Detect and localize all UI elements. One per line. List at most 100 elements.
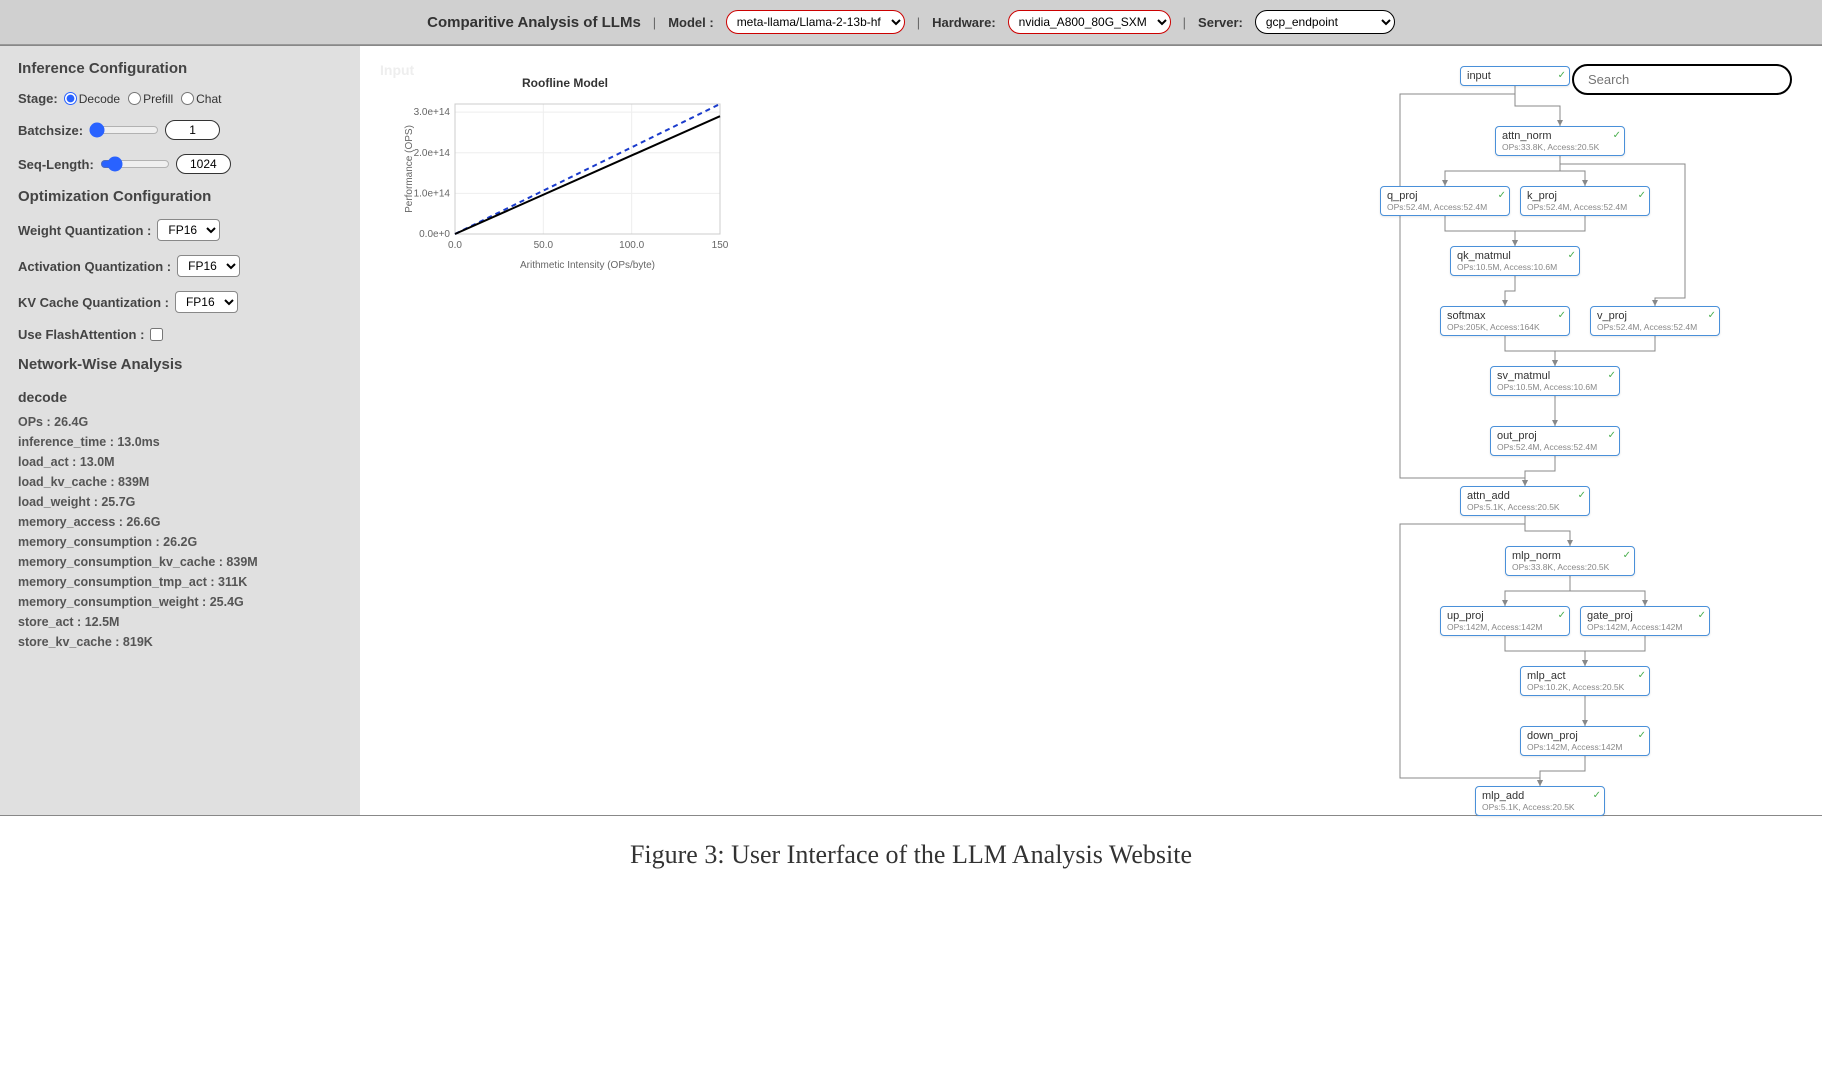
graph-node-out_proj[interactable]: ✓out_projOPs:52.4M, Access:52.4M — [1490, 426, 1620, 456]
server-label: Server: — [1198, 15, 1243, 30]
batchsize-input[interactable] — [165, 120, 220, 140]
node-title: down_proj — [1527, 730, 1643, 742]
metric-line: store_kv_cache : 819K — [18, 635, 342, 649]
node-sub: OPs:10.5M, Access:10.6M — [1497, 382, 1613, 392]
metrics-list: OPs : 26.4Ginference_time : 13.0msload_a… — [18, 415, 342, 649]
check-icon: ✓ — [1558, 70, 1566, 81]
node-sub: OPs:33.8K, Access:20.5K — [1502, 142, 1618, 152]
seqlen-slider[interactable] — [100, 156, 170, 172]
node-title: k_proj — [1527, 190, 1643, 202]
check-icon: ✓ — [1638, 730, 1646, 741]
flashattention-checkbox[interactable] — [150, 328, 163, 341]
network-analysis-title: Network-Wise Analysis — [18, 356, 342, 373]
graph-node-v_proj[interactable]: ✓v_projOPs:52.4M, Access:52.4M — [1590, 306, 1720, 336]
hardware-select[interactable]: nvidia_A800_80G_SXM — [1008, 10, 1171, 34]
activation-quant-label: Activation Quantization : — [18, 259, 171, 274]
node-sub: OPs:142M, Access:142M — [1447, 622, 1563, 632]
graph-node-k_proj[interactable]: ✓k_projOPs:52.4M, Access:52.4M — [1520, 186, 1650, 216]
node-sub: OPs:205K, Access:164K — [1447, 322, 1563, 332]
graph-node-softmax[interactable]: ✓softmaxOPs:205K, Access:164K — [1440, 306, 1570, 336]
svg-text:1.0e+14: 1.0e+14 — [414, 188, 451, 199]
server-select[interactable]: gcp_endpoint — [1255, 10, 1395, 34]
check-icon: ✓ — [1638, 670, 1646, 681]
node-sub: OPs:33.8K, Access:20.5K — [1512, 562, 1628, 572]
graph-node-attn_add[interactable]: ✓attn_addOPs:5.1K, Access:20.5K — [1460, 486, 1590, 516]
node-sub: OPs:10.5M, Access:10.6M — [1457, 262, 1573, 272]
kvcache-quant-select[interactable]: FP16 — [175, 291, 238, 313]
graph-node-input[interactable]: ✓input — [1460, 66, 1570, 86]
node-title: softmax — [1447, 310, 1563, 322]
node-sub: OPs:52.4M, Access:52.4M — [1527, 202, 1643, 212]
seqlen-input[interactable] — [176, 154, 231, 174]
kvcache-quant-label: KV Cache Quantization : — [18, 295, 169, 310]
node-title: input — [1467, 70, 1563, 82]
roofline-chart: Roofline Model 0.050.0100.01500.0e+01.0e… — [400, 76, 730, 296]
node-sub: OPs:52.4M, Access:52.4M — [1597, 322, 1713, 332]
svg-text:50.0: 50.0 — [534, 240, 554, 251]
check-icon: ✓ — [1613, 130, 1621, 141]
check-icon: ✓ — [1578, 490, 1586, 501]
graph-node-up_proj[interactable]: ✓up_projOPs:142M, Access:142M — [1440, 606, 1570, 636]
graph-node-sv_matmul[interactable]: ✓sv_matmulOPs:10.5M, Access:10.6M — [1490, 366, 1620, 396]
check-icon: ✓ — [1558, 610, 1566, 621]
figure-caption: Figure 3: User Interface of the LLM Anal… — [0, 815, 1822, 880]
stage-prefill-radio[interactable] — [128, 92, 141, 105]
node-sub: OPs:10.2K, Access:20.5K — [1527, 682, 1643, 692]
node-title: mlp_norm — [1512, 550, 1628, 562]
check-icon: ✓ — [1558, 310, 1566, 321]
metric-line: memory_consumption : 26.2G — [18, 535, 342, 549]
svg-text:2.0e+14: 2.0e+14 — [414, 148, 451, 159]
seqlen-label: Seq-Length: — [18, 157, 94, 172]
model-select[interactable]: meta-llama/Llama-2-13b-hf — [726, 10, 905, 34]
separator: | — [917, 15, 920, 30]
activation-quant-select[interactable]: FP16 — [177, 255, 240, 277]
inference-config-title: Inference Configuration — [18, 60, 342, 77]
stage-decode-label: Decode — [79, 92, 120, 106]
node-sub: OPs:5.1K, Access:20.5K — [1482, 802, 1598, 812]
svg-text:Performance (OPS): Performance (OPS) — [404, 125, 415, 213]
graph-node-gate_proj[interactable]: ✓gate_projOPs:142M, Access:142M — [1580, 606, 1710, 636]
graph-node-mlp_add[interactable]: ✓mlp_addOPs:5.1K, Access:20.5K — [1475, 786, 1605, 816]
batchsize-slider[interactable] — [89, 122, 159, 138]
hardware-label: Hardware: — [932, 15, 996, 30]
svg-text:0.0: 0.0 — [448, 240, 462, 251]
weight-quant-label: Weight Quantization : — [18, 223, 151, 238]
svg-text:3.0e+14: 3.0e+14 — [414, 107, 451, 118]
node-sub: OPs:5.1K, Access:20.5K — [1467, 502, 1583, 512]
sidebar: Inference Configuration Stage: Decode Pr… — [0, 46, 360, 815]
metric-line: memory_consumption_weight : 25.4G — [18, 595, 342, 609]
metric-line: memory_consumption_kv_cache : 839M — [18, 555, 342, 569]
metric-line: memory_access : 26.6G — [18, 515, 342, 529]
weight-quant-select[interactable]: FP16 — [157, 219, 220, 241]
stage-decode-radio[interactable] — [64, 92, 77, 105]
metric-line: OPs : 26.4G — [18, 415, 342, 429]
stage-chat-radio[interactable] — [181, 92, 194, 105]
computation-graph: ✓input✓attn_normOPs:33.8K, Access:20.5K✓… — [920, 58, 1760, 808]
chart-svg: 0.050.0100.01500.0e+01.0e+142.0e+143.0e+… — [400, 94, 730, 274]
header-bar: Comparitive Analysis of LLMs | Model : m… — [0, 0, 1822, 45]
flashattention-label: Use FlashAttention : — [18, 327, 144, 342]
graph-node-mlp_norm[interactable]: ✓mlp_normOPs:33.8K, Access:20.5K — [1505, 546, 1635, 576]
node-sub: OPs:142M, Access:142M — [1527, 742, 1643, 752]
separator: | — [1183, 15, 1186, 30]
metric-line: store_act : 12.5M — [18, 615, 342, 629]
stage-chat-label: Chat — [196, 92, 221, 106]
check-icon: ✓ — [1608, 430, 1616, 441]
chart-title: Roofline Model — [400, 76, 730, 90]
check-icon: ✓ — [1608, 370, 1616, 381]
node-title: out_proj — [1497, 430, 1613, 442]
graph-node-down_proj[interactable]: ✓down_projOPs:142M, Access:142M — [1520, 726, 1650, 756]
node-title: attn_add — [1467, 490, 1583, 502]
stage-label: Stage: — [18, 91, 58, 106]
check-icon: ✓ — [1623, 550, 1631, 561]
graph-node-q_proj[interactable]: ✓q_projOPs:52.4M, Access:52.4M — [1380, 186, 1510, 216]
metric-line: load_act : 13.0M — [18, 455, 342, 469]
graph-node-mlp_act[interactable]: ✓mlp_actOPs:10.2K, Access:20.5K — [1520, 666, 1650, 696]
graph-node-attn_norm[interactable]: ✓attn_normOPs:33.8K, Access:20.5K — [1495, 126, 1625, 156]
content-area: Input Roofline Model 0.050.0100.01500.0e… — [360, 46, 1822, 815]
svg-text:0.0e+0: 0.0e+0 — [419, 229, 450, 240]
node-title: gate_proj — [1587, 610, 1703, 622]
graph-node-qk_matmul[interactable]: ✓qk_matmulOPs:10.5M, Access:10.6M — [1450, 246, 1580, 276]
node-title: sv_matmul — [1497, 370, 1613, 382]
node-title: mlp_add — [1482, 790, 1598, 802]
